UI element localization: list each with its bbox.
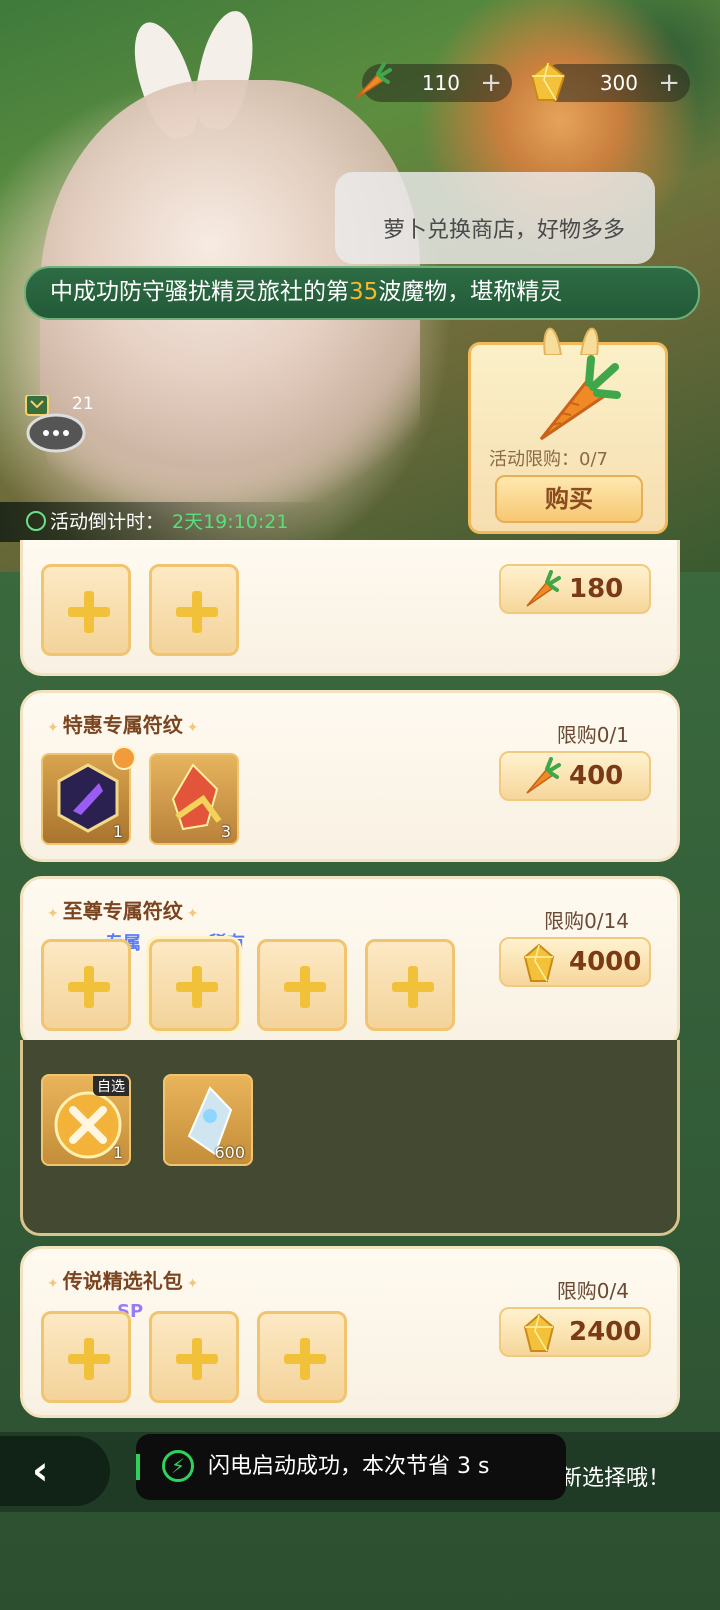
empty-item-slot[interactable] xyxy=(41,564,131,656)
marquee-post: 波魔物，堪称精灵 xyxy=(378,279,563,305)
special-badge-icon xyxy=(112,746,136,770)
countdown-time: 2天19:10:21 xyxy=(172,511,289,533)
selectable-coin-item[interactable]: 自选 1 xyxy=(41,1074,131,1166)
empty-item-slot[interactable] xyxy=(149,1311,239,1403)
countdown-label: 活动倒计时： xyxy=(50,511,165,533)
red-crystal-item[interactable]: 3 xyxy=(149,753,239,845)
empty-item-slot[interactable] xyxy=(365,939,455,1031)
toast-notification: ⚡ 闪电启动成功，本次节省 3 s xyxy=(136,1434,566,1500)
lightning-icon: ⚡ xyxy=(162,1450,194,1482)
carrot-price-button[interactable]: 400 xyxy=(499,751,651,801)
carrot-icon xyxy=(355,62,392,99)
empty-item-slot[interactable] xyxy=(149,939,239,1031)
speech-bubble: 萝卜兑换商店，好物多多 xyxy=(335,172,655,264)
featured-limit: 活动限购：0/7 xyxy=(489,449,608,470)
event-countdown: 活动倒计时： 2天19:10:21 xyxy=(0,502,330,542)
purple-rune-item[interactable]: 1 xyxy=(41,746,136,845)
gem-resource: 300 + xyxy=(530,61,690,102)
carrot-resource: 110 + xyxy=(355,62,512,102)
carrot-icon xyxy=(539,355,621,441)
empty-item-slot[interactable] xyxy=(149,564,239,656)
add-carrot-button[interactable]: + xyxy=(480,68,502,98)
carrot-icon xyxy=(526,570,561,607)
clock-icon xyxy=(26,511,46,531)
price-value: 2400 xyxy=(569,1317,642,1347)
price-value: 180 xyxy=(569,574,624,604)
gem-price-button[interactable]: 4000 xyxy=(499,937,651,987)
purchase-limit: 限购0/14 xyxy=(544,909,629,933)
buy-button[interactable]: 购买 xyxy=(495,475,643,523)
featured-carrot-offer: 活动限购：0/7 购买 xyxy=(468,327,668,534)
price-value: 4000 xyxy=(569,947,642,977)
card-title: 至尊专属符纹 xyxy=(47,895,198,924)
gem-icon xyxy=(523,943,555,982)
add-gem-button[interactable]: + xyxy=(658,68,680,98)
shop-card: 180 xyxy=(20,540,680,676)
chat-count: 21 xyxy=(72,394,94,414)
gem-icon xyxy=(523,1313,555,1352)
back-button[interactable]: ‹ xyxy=(0,1436,110,1506)
speech-text: 萝卜兑换商店，好物多多 xyxy=(382,218,625,243)
announcement-marquee: 中成功防守骚扰精灵旅社的第35波魔物，堪称精灵 xyxy=(24,266,700,320)
shop-card: 至尊专属符纹 限购0/14 4000 专属 稀有 xyxy=(20,876,680,1050)
marquee-wave-number: 35 xyxy=(349,279,379,305)
marquee-pre: 中成功防守骚扰精灵旅社的第 xyxy=(50,279,349,305)
carrot-price-button[interactable]: 180 xyxy=(499,564,651,614)
self-select-tag: 自选 xyxy=(93,1076,129,1096)
gem-count: 300 xyxy=(599,71,638,95)
blue-crystal-item[interactable]: 600 xyxy=(163,1074,253,1166)
hint-text: 新选择哦！ xyxy=(560,1466,671,1491)
red-crystal-icon xyxy=(171,763,222,831)
carrot-count: 110 xyxy=(421,71,460,95)
gem-icon xyxy=(530,61,566,101)
carrot-icon xyxy=(526,757,561,794)
purchase-limit: 限购0/1 xyxy=(556,723,629,747)
toast-message: 闪电启动成功，本次节省 3 s xyxy=(208,1454,490,1479)
empty-item-slot[interactable] xyxy=(257,939,347,1031)
item-count: 1 xyxy=(112,822,123,841)
bunny-ears-icon xyxy=(543,327,599,355)
marquee-text: 中成功防守骚扰精灵旅社的第35波魔物，堪称精灵 xyxy=(50,268,562,316)
item-count: 3 xyxy=(220,822,231,841)
event-banner: 110 + 300 + 萝卜兑换商店，好物多多 中成功防守骚扰精灵旅社的第35波… xyxy=(0,0,720,572)
price-value: 400 xyxy=(569,761,624,791)
card-title: 特惠专属符纹 xyxy=(47,709,198,738)
back-arrow-icon: ‹ xyxy=(32,1448,49,1494)
card-title: 传说精选礼包 xyxy=(47,1265,198,1294)
purchase-limit: 限购0/4 xyxy=(556,1279,629,1303)
item-count: 1 xyxy=(112,1143,123,1162)
gem-price-button[interactable]: 2400 xyxy=(499,1307,651,1357)
shop-card: 特惠专属符纹 限购0/1 400 1 3 xyxy=(20,690,680,862)
selection-drawer: 自选 1 600 xyxy=(20,1040,680,1236)
item-count: 600 xyxy=(214,1143,245,1162)
toast-accent-bar xyxy=(136,1454,140,1480)
empty-item-slot[interactable] xyxy=(257,1311,347,1403)
empty-item-slot[interactable] xyxy=(41,939,131,1031)
shop-card: 传说精选礼包 限购0/4 2400 SP xyxy=(20,1246,680,1418)
empty-item-slot[interactable] xyxy=(41,1311,131,1403)
